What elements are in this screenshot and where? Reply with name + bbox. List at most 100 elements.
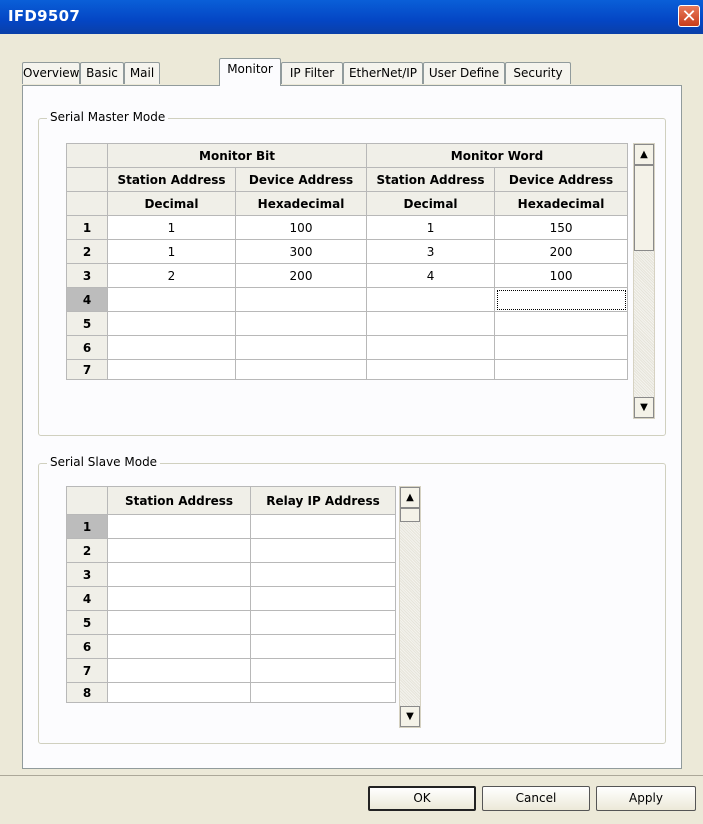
slave-grid[interactable]: Station Address Relay IP Address 1 2 3 4… [66, 486, 396, 703]
grid-cell[interactable]: 100 [494, 263, 629, 288]
row-header[interactable]: 2 [66, 239, 108, 264]
grid-cell[interactable]: 2 [107, 263, 236, 288]
corner-cell [66, 191, 108, 216]
grid-cell[interactable] [234, 359, 368, 380]
tab-ip-filter[interactable]: IP Filter [281, 62, 343, 84]
table-row: 3 2 200 4 100 [66, 263, 629, 288]
table-row: 1 [66, 514, 396, 539]
grid-cell[interactable]: 4 [366, 263, 496, 288]
grid-cell-focused[interactable] [494, 287, 629, 312]
grid-cell[interactable] [250, 610, 396, 635]
ok-button[interactable]: OK [368, 786, 476, 811]
table-row: 5 [66, 311, 629, 336]
serial-master-label: Serial Master Mode [47, 110, 169, 124]
row-header-selected[interactable]: 1 [66, 514, 108, 539]
tab-security[interactable]: Security [505, 62, 571, 84]
grid-cell[interactable] [250, 682, 396, 703]
slave-vertical-scrollbar[interactable]: ▲ ▼ [399, 486, 421, 728]
row-header[interactable]: 6 [66, 335, 108, 360]
row-header[interactable]: 7 [66, 359, 108, 380]
grid-cell[interactable] [366, 287, 496, 312]
row-header[interactable]: 5 [66, 610, 108, 635]
button-bar-separator [0, 775, 703, 776]
tab-ethernet-ip[interactable]: EtherNet/IP [343, 62, 423, 84]
grid-cell[interactable]: 1 [366, 215, 496, 240]
grid-cell[interactable] [494, 311, 629, 336]
table-row: 8 [66, 682, 396, 703]
grid-cell[interactable] [107, 335, 236, 360]
master-vertical-scrollbar[interactable]: ▲ ▼ [633, 143, 655, 419]
grid-cell[interactable] [107, 562, 251, 587]
row-header-selected[interactable]: 4 [66, 287, 108, 312]
monitor-word-header: Monitor Word [366, 143, 629, 168]
column-header: Station Address [366, 167, 496, 192]
grid-cell[interactable] [107, 538, 251, 563]
grid-cell[interactable]: 300 [234, 239, 368, 264]
grid-cell[interactable] [250, 586, 396, 611]
row-header[interactable]: 7 [66, 658, 108, 683]
row-header[interactable]: 3 [66, 562, 108, 587]
grid-cell[interactable] [494, 359, 629, 380]
grid-cell[interactable]: 150 [494, 215, 629, 240]
cancel-button[interactable]: Cancel [482, 786, 590, 811]
scroll-up-icon[interactable]: ▲ [400, 487, 420, 508]
grid-cell[interactable] [366, 335, 496, 360]
grid-cell[interactable] [107, 514, 251, 539]
row-header[interactable]: 4 [66, 586, 108, 611]
grid-cell[interactable]: 200 [234, 263, 368, 288]
grid-cell[interactable] [250, 634, 396, 659]
row-header[interactable]: 3 [66, 263, 108, 288]
scroll-thumb[interactable] [634, 165, 654, 251]
grid-cell[interactable] [107, 682, 251, 703]
master-grid[interactable]: Monitor Bit Monitor Word Station Address… [66, 143, 629, 380]
scroll-thumb[interactable] [400, 508, 420, 522]
tab-monitor[interactable]: Monitor [219, 58, 281, 86]
grid-cell[interactable] [250, 562, 396, 587]
row-header[interactable]: 1 [66, 215, 108, 240]
grid-cell[interactable] [250, 658, 396, 683]
row-header[interactable]: 2 [66, 538, 108, 563]
grid-cell[interactable] [366, 359, 496, 380]
grid-cell[interactable]: 100 [234, 215, 368, 240]
scroll-down-icon[interactable]: ▼ [634, 397, 654, 418]
title-bar[interactable]: IFD9507 ✕ [0, 0, 703, 34]
row-header[interactable]: 8 [66, 682, 108, 703]
grid-cell[interactable]: 200 [494, 239, 629, 264]
tab-basic[interactable]: Basic [80, 62, 124, 84]
grid-cell[interactable] [107, 658, 251, 683]
grid-cell[interactable]: 3 [366, 239, 496, 264]
grid-cell[interactable]: 1 [107, 239, 236, 264]
tab-overview[interactable]: Overview [22, 62, 80, 84]
tab-user-define[interactable]: User Define [423, 62, 505, 84]
table-row: 1 1 100 1 150 [66, 215, 629, 240]
row-header[interactable]: 6 [66, 634, 108, 659]
grid-cell[interactable] [234, 287, 368, 312]
grid-cell[interactable] [234, 335, 368, 360]
apply-button[interactable]: Apply [596, 786, 696, 811]
scroll-up-icon[interactable]: ▲ [634, 144, 654, 165]
grid-cell[interactable] [107, 610, 251, 635]
scroll-down-icon[interactable]: ▼ [400, 706, 420, 727]
tab-mail[interactable]: Mail [124, 62, 160, 84]
table-row: 6 [66, 335, 629, 360]
grid-cell[interactable] [107, 311, 236, 336]
corner-cell [66, 143, 108, 168]
grid-cell[interactable] [494, 335, 629, 360]
grid-cell[interactable] [250, 514, 396, 539]
monitor-bit-header: Monitor Bit [106, 143, 368, 168]
grid-cell[interactable] [366, 311, 496, 336]
grid-cell[interactable] [107, 586, 251, 611]
grid-cell[interactable] [107, 359, 236, 380]
close-icon[interactable]: ✕ [678, 5, 700, 27]
table-row: 2 1 300 3 200 [66, 239, 629, 264]
column-header: Device Address [234, 167, 368, 192]
grid-cell[interactable] [107, 634, 251, 659]
format-header: Decimal [366, 191, 496, 216]
grid-cell[interactable] [107, 287, 236, 312]
grid-cell[interactable] [234, 311, 368, 336]
column-header: Device Address [494, 167, 629, 192]
format-header: Hexadecimal [494, 191, 629, 216]
grid-cell[interactable]: 1 [107, 215, 236, 240]
row-header[interactable]: 5 [66, 311, 108, 336]
grid-cell[interactable] [250, 538, 396, 563]
